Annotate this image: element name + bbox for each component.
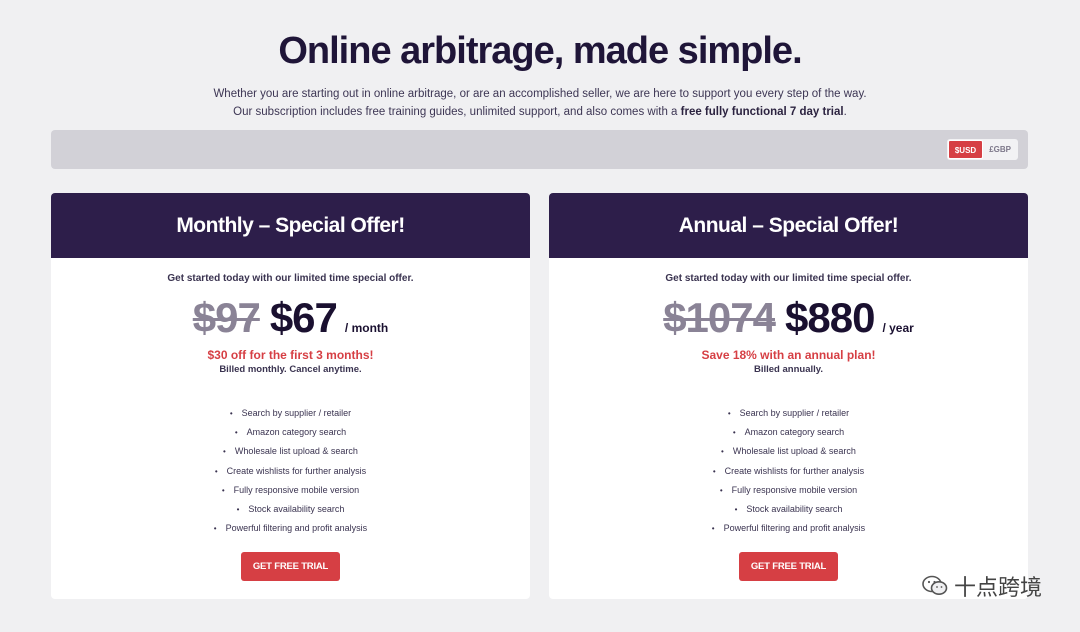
feature-item: • Wholesale list upload & search (51, 442, 530, 461)
feature-item: • Powerful filtering and profit analysis (549, 519, 1028, 538)
feature-label: Stock availability search (746, 504, 843, 515)
currency-bar: $USD £GBP (51, 130, 1028, 169)
trial-highlight: free fully functional 7 day trial (680, 106, 844, 118)
feature-list: • Search by supplier / retailer • Amazon c… (549, 404, 1028, 538)
feature-label: Search by supplier / retailer (241, 408, 352, 418)
feature-label: Stock availability search (248, 504, 345, 515)
feature-item: • Search by supplier / retailer (549, 404, 1028, 423)
annual-plan-card: Annual – Special Offer! Get started toda… (549, 193, 1028, 599)
bullet-icon: • (221, 485, 225, 495)
hero-subtitle: Whether you are starting out in online a… (0, 85, 1080, 121)
price-row: $97 $67 / month (51, 294, 530, 342)
feature-item: • Stock availability search (549, 500, 1028, 519)
watermark: 十点跨境 (922, 570, 1042, 602)
currency-toggle[interactable]: $USD £GBP (946, 139, 1018, 160)
feature-label: Create wishlists for further analysis (724, 465, 865, 476)
currency-gbp-button[interactable]: £GBP (983, 140, 1017, 159)
feature-item: • Fully responsive mobile version (51, 481, 530, 500)
bullet-icon: • (229, 409, 233, 418)
new-price: $67 (269, 294, 338, 341)
feature-item: • Search by supplier / retailer (51, 404, 530, 423)
hero-line2-text: Our subscription includes free training … (233, 106, 681, 118)
wechat-icon (922, 575, 948, 597)
bullet-icon: • (711, 524, 715, 534)
old-price: $97 (192, 294, 261, 341)
feature-item: • Fully responsive mobile version (549, 481, 1028, 500)
feature-item: • Powerful filtering and profit analysis (51, 519, 530, 538)
offer-text: Save 18% with an annual plan! (701, 348, 876, 362)
plan-title: Annual – Special Offer! (549, 193, 1028, 258)
old-price: $1074 (663, 294, 776, 341)
feature-item: • Create wishlists for further analysis (549, 462, 1028, 481)
feature-label: Amazon category search (744, 427, 845, 438)
bullet-icon: • (734, 505, 738, 515)
offer-text: $30 off for the first 3 months! (207, 348, 374, 362)
billing-text: Billed annually. (754, 364, 823, 375)
feature-label: Search by supplier / retailer (739, 408, 850, 418)
plan-intro: Get started today with our limited time … (167, 273, 414, 284)
feature-label: Amazon category search (246, 427, 347, 438)
bullet-icon: • (213, 524, 217, 534)
plan-title: Monthly – Special Offer! (51, 193, 530, 258)
hero-subtitle-line1: Whether you are starting out in online a… (213, 88, 867, 100)
feature-label: Fully responsive mobile version (731, 484, 858, 495)
feature-item: • Create wishlists for further analysis (51, 462, 530, 481)
feature-item: • Amazon category search (51, 423, 530, 442)
bullet-icon: • (721, 447, 724, 457)
billing-text: Billed monthly. Cancel anytime. (219, 364, 362, 375)
bullet-icon: • (727, 409, 731, 418)
feature-label: Powerful filtering and profit analysis (723, 523, 866, 534)
hero-line2-suffix: . (843, 106, 847, 118)
monthly-plan-card: Monthly – Special Offer! Get started tod… (51, 193, 530, 599)
feature-label: Wholesale list upload & search (234, 446, 358, 457)
feature-label: Create wishlists for further analysis (226, 465, 367, 476)
bullet-icon: • (732, 428, 736, 438)
feature-label: Powerful filtering and profit analysis (225, 523, 368, 534)
feature-item: • Stock availability search (51, 500, 530, 519)
bullet-icon: • (712, 466, 716, 476)
price-period: / year (882, 321, 914, 335)
get-free-trial-button[interactable]: GET FREE TRIAL (241, 552, 340, 582)
watermark-text: 十点跨境 (953, 575, 1042, 600)
bullet-icon: • (214, 466, 218, 476)
currency-usd-button[interactable]: $USD (947, 140, 984, 159)
bullet-icon: • (223, 447, 226, 457)
hero-subtitle-line2: Our subscription includes free training … (0, 103, 1080, 121)
price-period: / month (344, 321, 389, 335)
feature-label: Wholesale list upload & search (732, 446, 856, 457)
feature-item: • Amazon category search (549, 423, 1028, 442)
bullet-icon: • (719, 485, 723, 495)
feature-item: • Wholesale list upload & search (549, 442, 1028, 461)
page-title: Online arbitrage, made simple. (278, 30, 802, 72)
feature-label: Fully responsive mobile version (233, 484, 360, 495)
feature-list: • Search by supplier / retailer • Amazon c… (51, 404, 530, 538)
bullet-icon: • (234, 428, 238, 438)
new-price: $880 (785, 294, 875, 341)
bullet-icon: • (236, 505, 240, 515)
plan-intro: Get started today with our limited time … (665, 273, 912, 284)
price-row: $1074 $880 / year (549, 294, 1028, 342)
get-free-trial-button[interactable]: GET FREE TRIAL (739, 552, 838, 582)
